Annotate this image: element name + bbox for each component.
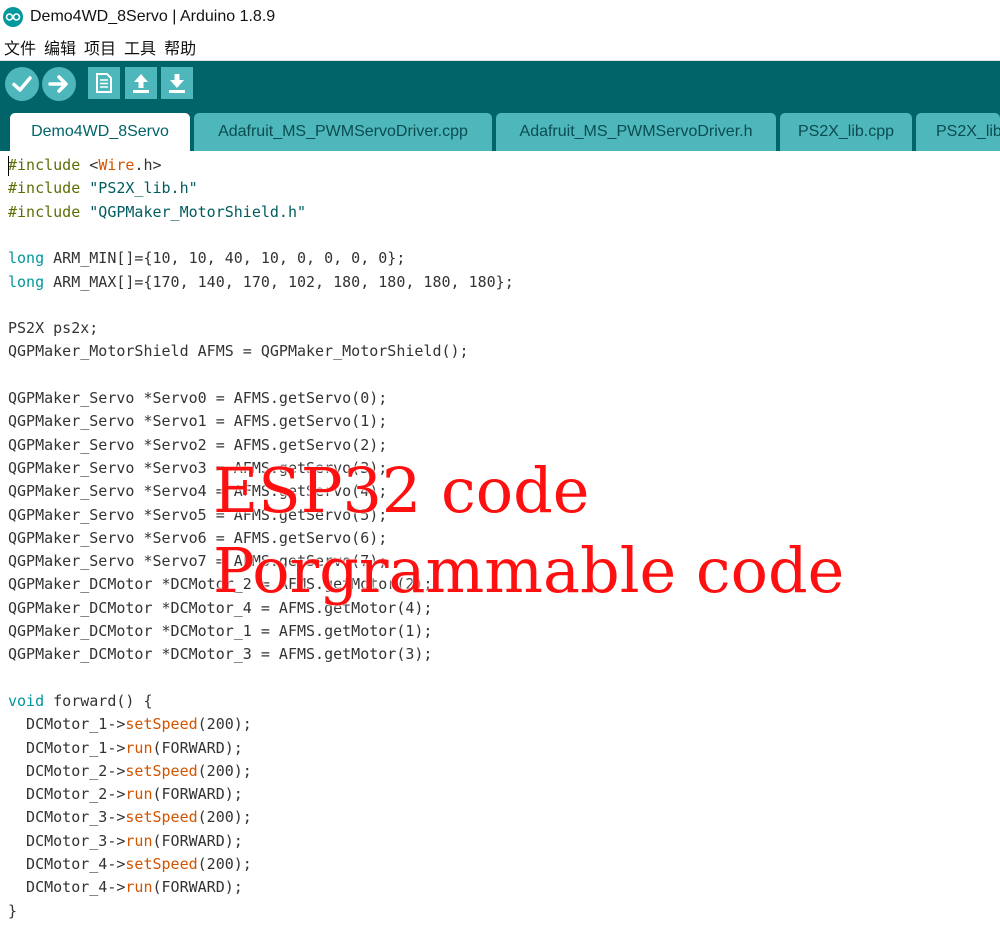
code-line: }: [8, 900, 17, 923]
code-token: #include: [8, 202, 81, 221]
save-icon: [169, 74, 185, 93]
code-token: run: [125, 878, 153, 897]
code-line: long ARM_MAX[]={170, 140, 170, 102, 180,…: [8, 271, 514, 294]
code-line: #include "PS2X_lib.h": [8, 177, 198, 200]
code-line: DCMotor_2->setSpeed(200);: [8, 760, 252, 783]
code-line: PS2X ps2x;: [8, 317, 98, 340]
open-sketch-button[interactable]: [125, 67, 157, 99]
code-line: QGPMaker_DCMotor *DCMotor_1 = AFMS.getMo…: [8, 620, 432, 643]
window-title: Demo4WD_8Servo | Arduino 1.8.9: [30, 7, 276, 25]
code-line: QGPMaker_DCMotor *DCMotor_3 = AFMS.getMo…: [8, 643, 432, 666]
code-token: long: [8, 272, 45, 291]
code-token: (200);: [197, 808, 252, 827]
code-token: PS2X ps2x;: [8, 319, 99, 338]
menu-file[interactable]: 文件: [4, 35, 36, 59]
code-token: (200);: [197, 715, 252, 734]
code-token: QGPMaker_DCMotor *DCMotor_3 = AFMS.getMo…: [8, 645, 433, 664]
code-token: ARM_MAX[]={170, 140, 170, 102, 180, 180,…: [44, 272, 514, 291]
code-line: QGPMaker_Servo *Servo1 = AFMS.getServo(1…: [8, 410, 387, 433]
code-token: long: [8, 249, 45, 268]
code-line: DCMotor_3->run(FORWARD);: [8, 830, 243, 853]
code-token: QGPMaker_DCMotor *DCMotor_1 = AFMS.getMo…: [8, 622, 433, 640]
code-line: #include "QGPMaker_MotorShield.h": [8, 201, 306, 224]
code-token: run: [125, 738, 153, 757]
verify-icon: [12, 76, 32, 92]
menu-sketch[interactable]: 项目: [84, 35, 116, 59]
menu-bar: 文件 编辑 项目 工具 帮助: [0, 33, 1000, 61]
code-token: (200);: [197, 855, 252, 873]
tab-demo4wd-8servo[interactable]: Demo4WD_8Servo: [10, 113, 190, 151]
menu-help[interactable]: 帮助: [164, 35, 196, 59]
new-sketch-button[interactable]: [88, 67, 120, 99]
title-bar: Demo4WD_8Servo | Arduino 1.8.9: [0, 0, 1000, 33]
text-cursor: [8, 156, 9, 176]
open-icon: [133, 74, 149, 93]
code-token: DCMotor_1->: [8, 738, 126, 757]
code-token: forward() {: [44, 691, 153, 710]
overlay-esp32-code: ESP32 code: [213, 454, 590, 527]
code-token: "QGPMaker_MotorShield.h": [89, 202, 307, 221]
code-token: DCMotor_2->: [8, 785, 126, 804]
tab-ps2x-lib-cpp[interactable]: PS2X_lib.cpp: [780, 113, 912, 151]
code-token: }: [8, 901, 18, 920]
code-token: "PS2X_lib.h": [89, 179, 198, 198]
code-token: <: [80, 156, 99, 174]
code-token: DCMotor_2->: [8, 761, 126, 780]
code-token: (FORWARD);: [152, 738, 243, 757]
code-token: ARM_MIN[]={10, 10, 40, 10, 0, 0, 0, 0};: [44, 249, 406, 268]
overlay-programmable-code: Porgrammable code: [213, 534, 845, 607]
code-token: DCMotor_1->: [8, 715, 126, 734]
code-token: (FORWARD);: [152, 831, 243, 850]
code-token: run: [125, 785, 153, 804]
code-token: void: [8, 691, 45, 710]
save-sketch-button[interactable]: [161, 67, 193, 99]
upload-icon: [48, 75, 68, 93]
tab-pwmservodriver-h[interactable]: Adafruit_MS_PWMServoDriver.h: [496, 113, 776, 151]
code-token: setSpeed: [125, 761, 198, 780]
code-line: QGPMaker_Servo *Servo0 = AFMS.getServo(0…: [8, 387, 387, 410]
code-token: QGPMaker_MotorShield AFMS = QGPMaker_Mot…: [8, 342, 469, 361]
code-token: setSpeed: [125, 808, 198, 827]
code-token: QGPMaker_Servo *Servo1 = AFMS.getServo(1…: [8, 412, 388, 431]
verify-button[interactable]: [5, 67, 39, 101]
code-token: setSpeed: [125, 715, 198, 734]
upload-button[interactable]: [42, 67, 76, 101]
tab-pwmservodriver-cpp[interactable]: Adafruit_MS_PWMServoDriver.cpp: [194, 113, 492, 151]
code-token: DCMotor_4->: [8, 878, 126, 897]
code-token: QGPMaker_Servo *Servo0 = AFMS.getServo(0…: [8, 389, 388, 407]
code-token: #include: [8, 156, 81, 174]
code-line: QGPMaker_MotorShield AFMS = QGPMaker_Mot…: [8, 340, 469, 363]
code-token: Wire: [98, 156, 135, 174]
code-token: .h>: [134, 156, 162, 174]
code-line: DCMotor_1->setSpeed(200);: [8, 713, 252, 736]
code-line: DCMotor_3->setSpeed(200);: [8, 806, 252, 829]
menu-edit[interactable]: 编辑: [44, 35, 76, 59]
code-line: void forward() {: [8, 690, 153, 713]
code-line: #include <Wire.h>: [8, 154, 162, 177]
code-token: (FORWARD);: [152, 878, 243, 897]
code-token: setSpeed: [125, 855, 198, 873]
code-token: #include: [8, 179, 81, 198]
code-line: DCMotor_2->run(FORWARD);: [8, 783, 243, 806]
arduino-logo-icon: [3, 6, 23, 27]
code-token: DCMotor_3->: [8, 808, 126, 827]
code-line: DCMotor_4->run(FORWARD);: [8, 876, 243, 899]
menu-tools[interactable]: 工具: [124, 35, 156, 59]
tab-ps2x-lib[interactable]: PS2X_lib: [916, 113, 1000, 151]
code-token: DCMotor_4->: [8, 855, 126, 873]
code-line: DCMotor_1->run(FORWARD);: [8, 737, 243, 760]
code-line: DCMotor_4->setSpeed(200);: [8, 853, 252, 876]
code-token: (200);: [197, 761, 252, 780]
code-token: (FORWARD);: [152, 785, 243, 804]
code-line: long ARM_MIN[]={10, 10, 40, 10, 0, 0, 0,…: [8, 247, 405, 270]
new-icon: [96, 73, 112, 93]
code-token: DCMotor_3->: [8, 831, 126, 850]
code-token: QGPMaker_Servo *Servo2 = AFMS.getServo(2…: [8, 435, 388, 454]
code-token: run: [125, 831, 153, 850]
